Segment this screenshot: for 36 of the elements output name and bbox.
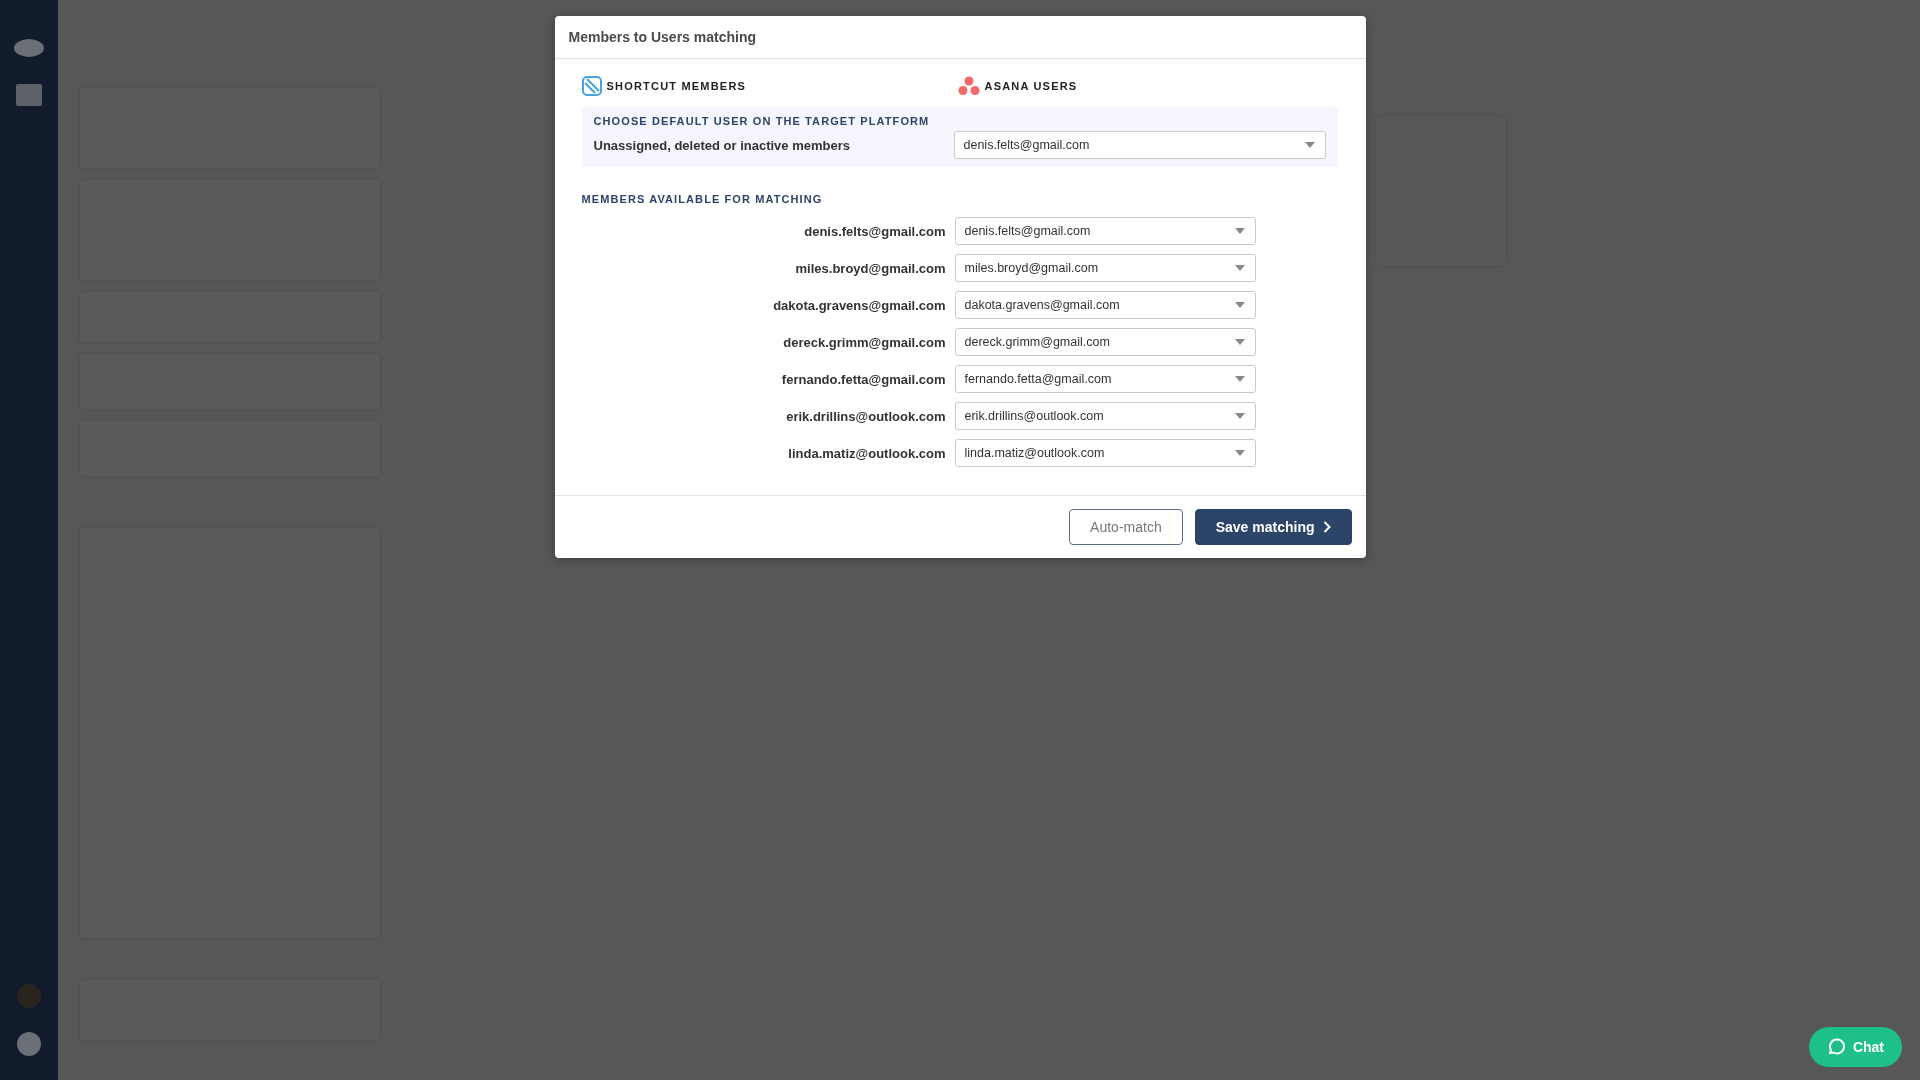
- member-email: fernando.fetta@gmail.com: [780, 371, 946, 387]
- save-button[interactable]: Save matching: [1194, 509, 1352, 545]
- user-select[interactable]: miles.broyd@gmail.com: [954, 254, 1256, 282]
- section-heading: MEMBERS AVAILABLE FOR MATCHING: [581, 193, 824, 205]
- dropdown-caret-icon: [1234, 339, 1245, 345]
- section-heading: CHOOSE DEFAULT USER ON THE TARGET PLATFORM: [593, 115, 931, 127]
- dropdown-caret-icon: [1304, 142, 1315, 148]
- user-select[interactable]: dereck.grimm@gmail.com: [954, 328, 1256, 356]
- dropdown-caret-icon: [1234, 450, 1245, 456]
- user-select[interactable]: erik.drillins@outlook.com: [954, 402, 1256, 430]
- user-select[interactable]: denis.felts@gmail.com: [954, 217, 1256, 245]
- dialog-title: Members to Users matching: [568, 29, 756, 45]
- avatar-icon[interactable]: [17, 984, 41, 1008]
- chevron-right-icon: [1322, 521, 1331, 533]
- shortcut-logo-icon: [581, 76, 602, 96]
- dropdown-caret-icon: [1234, 265, 1245, 271]
- member-email: linda.matiz@outlook.com: [787, 445, 946, 461]
- dropdown-caret-icon: [1234, 413, 1245, 419]
- dropdown-caret-icon: [1234, 302, 1245, 308]
- user-select[interactable]: dakota.gravens@gmail.com: [954, 291, 1256, 319]
- member-email: miles.broyd@gmail.com: [794, 260, 946, 276]
- user-select[interactable]: linda.matiz@outlook.com: [954, 439, 1256, 467]
- user-select[interactable]: fernando.fetta@gmail.com: [954, 365, 1256, 393]
- member-email: dakota.gravens@gmail.com: [772, 297, 946, 313]
- member-email: dereck.grimm@gmail.com: [782, 334, 946, 350]
- default-user-label: Unassigned, deleted or inactive members: [593, 137, 850, 153]
- default-user-select[interactable]: denis.felts@gmail.com: [953, 131, 1326, 159]
- speech-bubble-icon: [1826, 1038, 1845, 1056]
- auto-match-button[interactable]: Auto-match: [1069, 509, 1183, 545]
- asana-logo-icon: [957, 76, 980, 96]
- target-platform-label: ASANA USERS: [984, 80, 1078, 92]
- source-platform-label: SHORTCUT MEMBERS: [606, 80, 747, 92]
- dropdown-caret-icon: [1234, 228, 1245, 234]
- dropdown-caret-icon: [1234, 376, 1245, 382]
- member-email: denis.felts@gmail.com: [803, 223, 946, 239]
- member-email: erik.drillins@outlook.com: [785, 408, 946, 424]
